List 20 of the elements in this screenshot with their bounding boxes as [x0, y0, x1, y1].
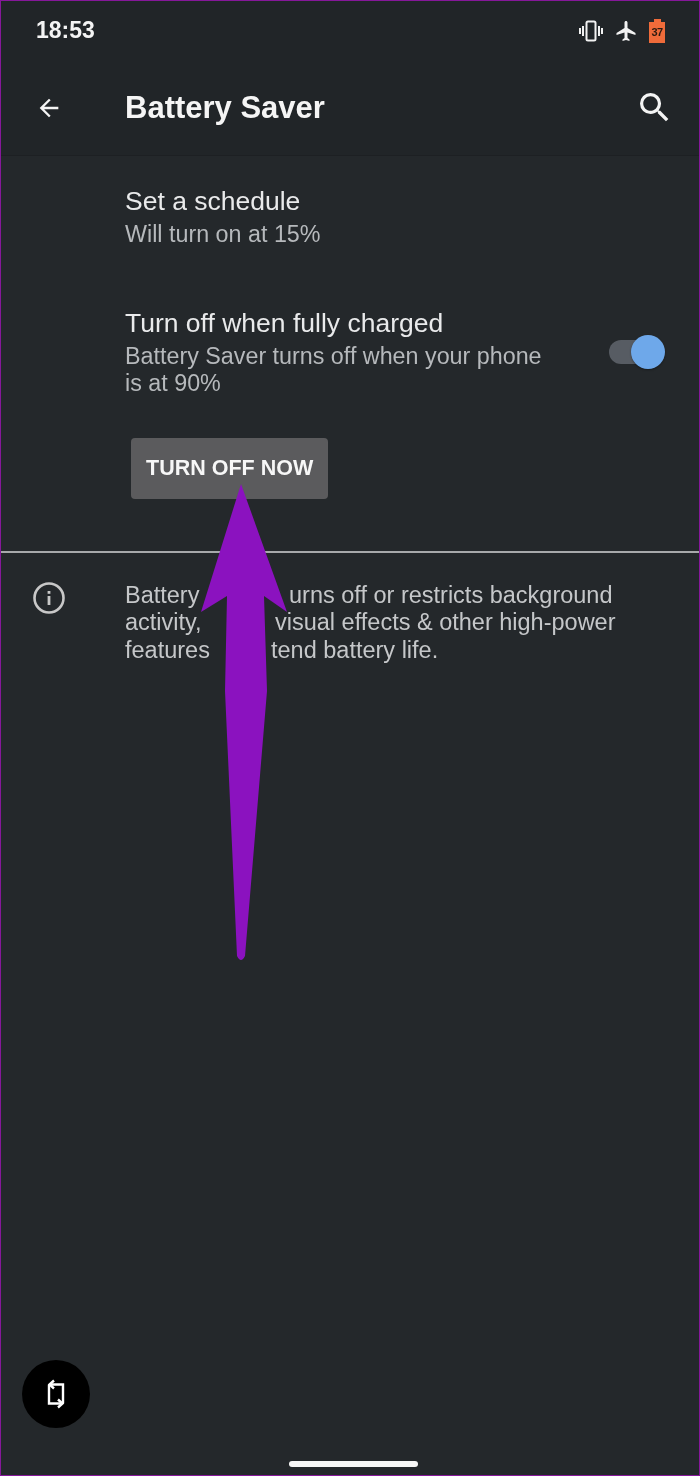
info-text: activity,	[125, 609, 202, 637]
vibrate-icon	[579, 18, 603, 43]
airplane-icon	[614, 18, 638, 43]
setting-summary: Will turn on at 15%	[125, 221, 322, 249]
toggle-switch[interactable]	[609, 335, 665, 369]
status-time: 18:53	[36, 17, 95, 44]
info-text: visual effects & other high-power	[275, 609, 616, 637]
setting-title: Turn off when fully charged	[125, 306, 445, 339]
setting-summary: Battery Saver turns off when your phone is at 90%	[125, 342, 543, 398]
info-text: urns off or restricts background	[289, 581, 613, 609]
rotate-icon	[45, 1378, 67, 1410]
info-text: Battery	[125, 581, 200, 609]
setting-title: Set a schedule	[125, 185, 302, 217]
turn-off-button[interactable]: TURN OFF NOW	[131, 437, 329, 499]
info-icon	[33, 581, 65, 614]
search-icon[interactable]	[640, 92, 670, 123]
info-text: features	[125, 636, 210, 664]
info-text: tend battery life.	[271, 636, 439, 664]
battery-indicator: 37	[649, 18, 665, 43]
page-title: Battery Saver	[125, 89, 325, 126]
